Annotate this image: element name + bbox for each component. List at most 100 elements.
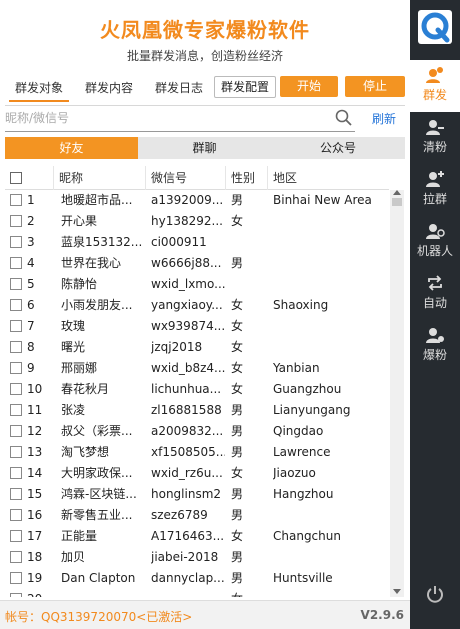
table-row[interactable]: 10 春花秋月 lichunhua... 女 Guangzhou	[5, 379, 389, 400]
row-checkbox[interactable]	[10, 362, 22, 374]
table-row[interactable]: 14 大明家政保... wxid_rz6u... 女 Jiaozuo	[5, 463, 389, 484]
col-gender[interactable]: 性别	[225, 166, 267, 190]
row-checkbox[interactable]	[10, 320, 22, 332]
col-region[interactable]: 地区	[267, 166, 389, 190]
nickname-cell: 淘飞梦想	[61, 445, 110, 459]
region-cell: Binhai New Area	[273, 193, 372, 207]
sidebar-label: 机器人	[416, 244, 453, 258]
nickname-cell: 大明家政保...	[61, 466, 133, 480]
nickname-cell: 小雨发朋友...	[61, 298, 133, 312]
row-number: 1	[27, 193, 35, 207]
table-row[interactable]: 7 玫瑰 wx939874... 女	[5, 316, 389, 337]
sidebar-item-clean[interactable]: 清粉	[410, 112, 460, 164]
table-row[interactable]: 18 加贝 jiabei-2018 男	[5, 547, 389, 568]
tab-bar: 群发对象 群发内容 群发日志 群发配置 开始 停止	[5, 74, 405, 106]
row-checkbox[interactable]	[10, 530, 22, 542]
sidebar-label: 拉群	[422, 192, 447, 206]
wxid-cell: a2009832...	[151, 424, 224, 438]
row-number: 11	[27, 403, 43, 417]
table-row[interactable]: 8 曙光 jzqj2018 女	[5, 337, 389, 358]
row-checkbox[interactable]	[10, 425, 22, 437]
table-row[interactable]: 11 张凌 zl16881588 男 Lianyungang	[5, 400, 389, 421]
table-row[interactable]: 13 淘飞梦想 xf1508505... 男 Lawrence	[5, 442, 389, 463]
sidebar-item-group-pull[interactable]: 拉群	[410, 164, 460, 216]
gender-cell	[231, 274, 267, 295]
nickname-cell: 世界在我心	[61, 256, 122, 270]
nickname-cell	[61, 589, 145, 597]
row-checkbox[interactable]	[10, 215, 22, 227]
table-row[interactable]: 9 邢丽娜 wxid_b8z4... 女 Yanbian	[5, 358, 389, 379]
table-row[interactable]: 2 开心果 hy138292... 女	[5, 211, 389, 232]
table-row[interactable]: 3 蓝泉153132... ci000911	[5, 232, 389, 253]
nickname-cell: 张凌	[61, 403, 86, 417]
row-checkbox[interactable]	[10, 404, 22, 416]
subtab-groups[interactable]: 群聊	[138, 137, 271, 159]
row-checkbox[interactable]	[10, 383, 22, 395]
sidebar-item-robot[interactable]: 机器人	[410, 216, 460, 268]
app-window: 火凤凰微专家爆粉软件 批量群发消息，创造粉丝经济 群发对象 群发内容 群发日志 …	[0, 0, 460, 629]
row-checkbox[interactable]	[10, 446, 22, 458]
sidebar-item-auto[interactable]: 自动	[410, 268, 460, 320]
row-number: 13	[27, 445, 43, 459]
table-row[interactable]: 6 小雨发朋友... yangxiaoy... 女 Shaoxing	[5, 295, 389, 316]
table-row[interactable]: 20 女	[5, 589, 389, 597]
row-checkbox[interactable]	[10, 194, 22, 206]
tab-target[interactable]: 群发对象	[9, 76, 69, 102]
row-checkbox[interactable]	[10, 551, 22, 563]
table-row[interactable]: 17 正能量 A1716463... 女 Changchun	[5, 526, 389, 547]
subtab-friends[interactable]: 好友	[5, 137, 138, 159]
region-cell: Lianyungang	[273, 403, 351, 417]
row-checkbox[interactable]	[10, 488, 22, 500]
row-number: 3	[27, 235, 35, 249]
table-row[interactable]: 15 鸿霖-区块链... honglinsm2 男 Hangzhou	[5, 484, 389, 505]
table-row[interactable]: 5 陈静怡 wxid_lxmo...	[5, 274, 389, 295]
subtab-official[interactable]: 公众号	[271, 137, 405, 159]
header: 火凤凰微专家爆粉软件 批量群发消息，创造粉丝经济	[0, 0, 410, 66]
region-cell: Yanbian	[273, 361, 320, 375]
table-row[interactable]: 4 世界在我心 w6666j88... 男	[5, 253, 389, 274]
row-checkbox[interactable]	[10, 341, 22, 353]
sidebar-item-mass-send[interactable]: 群发	[410, 60, 460, 112]
row-checkbox[interactable]	[10, 299, 22, 311]
select-all-checkbox[interactable]	[10, 172, 22, 184]
row-checkbox[interactable]	[10, 572, 22, 584]
col-nick[interactable]: 昵称	[53, 166, 145, 190]
tab-config[interactable]: 群发配置	[214, 76, 277, 98]
tab-content[interactable]: 群发内容	[79, 76, 139, 102]
gender-cell: 女	[231, 298, 244, 312]
region-cell: Huntsville	[273, 571, 333, 585]
scroll-up-arrow-icon[interactable]	[393, 190, 401, 195]
col-wxid[interactable]: 微信号	[145, 166, 225, 190]
scrollbar[interactable]	[390, 190, 404, 597]
table-row[interactable]: 1 地暖超市品... a1392009... 男 Binhai New Area	[5, 190, 389, 211]
power-icon[interactable]	[425, 584, 445, 604]
nickname-cell: 蓝泉153132...	[61, 235, 143, 249]
row-checkbox[interactable]	[10, 278, 22, 290]
start-button[interactable]: 开始	[280, 76, 338, 97]
stop-button[interactable]: 停止	[345, 76, 405, 97]
scroll-down-arrow-icon[interactable]	[393, 589, 401, 594]
region-cell: Lawrence	[273, 445, 331, 459]
region-cell: Jiaozuo	[273, 466, 316, 480]
row-number: 4	[27, 256, 35, 270]
search-input[interactable]	[5, 106, 325, 130]
table-row[interactable]: 16 新零售五业... szez6789 男	[5, 505, 389, 526]
gender-cell: 女	[231, 361, 244, 375]
scroll-thumb[interactable]	[392, 198, 402, 206]
user-plus-icon	[426, 328, 444, 343]
tab-log[interactable]: 群发日志	[149, 76, 209, 102]
table-row[interactable]: 12 叔父（彩票... a2009832... 男 Qingdao	[5, 421, 389, 442]
sidebar-item-fan-boost[interactable]: 爆粉	[410, 320, 460, 372]
refresh-link[interactable]: 刷新	[372, 110, 396, 127]
wxid-cell: wxid_lxmo...	[151, 277, 225, 291]
row-checkbox[interactable]	[10, 236, 22, 248]
user-add-icon	[426, 171, 444, 187]
row-checkbox[interactable]	[10, 593, 22, 597]
row-checkbox[interactable]	[10, 467, 22, 479]
row-checkbox[interactable]	[10, 509, 22, 521]
row-checkbox[interactable]	[10, 257, 22, 269]
table-row[interactable]: 19 Dan Clapton dannyclap... 男 Huntsville	[5, 568, 389, 589]
nickname-cell: 开心果	[61, 214, 98, 228]
search-icon[interactable]	[335, 109, 353, 130]
account-status: 帐号：QQ3139720070<已激活>	[5, 610, 193, 624]
